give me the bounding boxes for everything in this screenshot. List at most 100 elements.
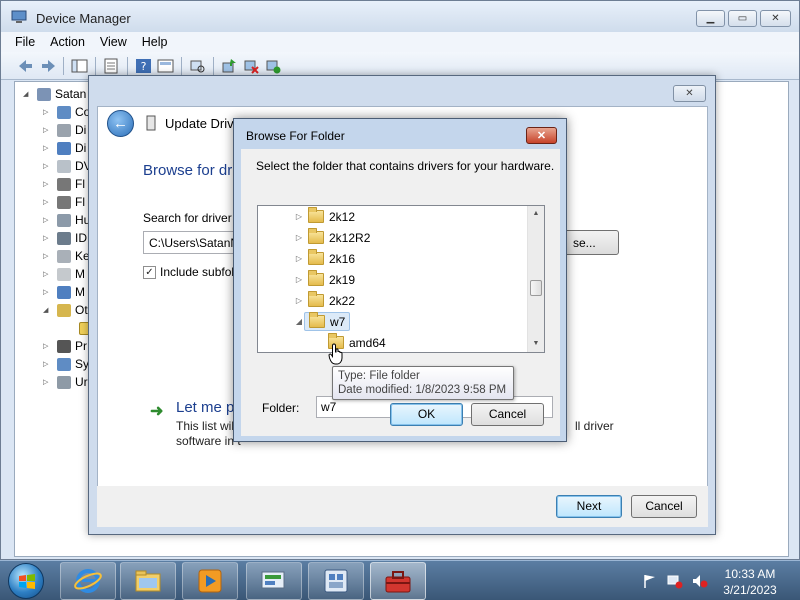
scroll-thumb[interactable] — [530, 280, 542, 296]
disable-device-icon[interactable] — [243, 58, 260, 74]
control-panel-icon — [261, 571, 285, 589]
scroll-down-arrow-icon[interactable]: ▼ — [528, 336, 544, 352]
tree-item[interactable]: ▷ Co — [43, 103, 90, 121]
display-adapter-icon — [57, 141, 71, 155]
tree-item[interactable]: ▷ Sy — [43, 355, 89, 373]
scan-hardware-icon[interactable] — [189, 58, 206, 74]
media-player-icon — [198, 569, 222, 593]
menu-help[interactable]: Help — [142, 35, 168, 49]
dialog-cancel-button[interactable]: Cancel — [471, 403, 544, 426]
help-icon[interactable]: ? — [135, 58, 152, 74]
window-title: Device Manager — [36, 11, 131, 26]
network-disconnected-icon[interactable] — [667, 573, 683, 589]
folder-item-2k19[interactable]: ▷ 2k19 — [294, 269, 355, 290]
minimize-button[interactable]: ▁ — [696, 10, 725, 27]
tree-item[interactable]: ▷ M — [43, 283, 85, 301]
let-me-pick-link[interactable]: Let me pi — [176, 399, 238, 416]
vertical-scrollbar[interactable]: ▲ ▼ — [527, 206, 544, 352]
update-driver-icon[interactable] — [221, 58, 238, 74]
taskbar-app-file-explorer[interactable] — [120, 562, 176, 600]
taskbar-app-media-player[interactable] — [182, 562, 238, 600]
tree-item[interactable]: ◢ Ot — [43, 301, 88, 319]
toolbox-icon — [385, 571, 411, 593]
folder-item-2k16[interactable]: ▷ 2k16 — [294, 248, 355, 269]
expand-arrow-icon[interactable]: ▷ — [294, 254, 304, 263]
processor-icon — [57, 339, 71, 353]
menu-file[interactable]: File — [15, 35, 35, 49]
folder-item-w7[interactable]: ◢ w7 — [294, 311, 351, 332]
dialog-title: Browse For Folder — [246, 129, 345, 143]
include-subfolders-checkbox[interactable]: ✓ — [143, 265, 156, 279]
browse-button[interactable]: se... — [558, 230, 619, 255]
clock-date: 3/21/2023 — [723, 583, 777, 597]
folder-tooltip: Type: File folder Date modified: 1/8/202… — [332, 366, 514, 400]
tree-item[interactable]: ▷ Di — [43, 139, 86, 157]
taskbar-app-internet-explorer[interactable] — [60, 562, 116, 600]
title-bar[interactable]: Device Manager ▁ ▭ ✕ — [1, 1, 799, 32]
show-hidden-icon[interactable] — [157, 58, 174, 74]
clock-time: 10:33 AM — [724, 567, 776, 581]
folder-tree[interactable]: ▷ 2k12 ▷ 2k12R2 ▷ 2k16 ▷ 2k19 ▷ 2k22 ◢ w… — [257, 205, 545, 353]
tree-item[interactable]: ▷ DV — [43, 157, 92, 175]
tree-item[interactable]: ▷ Pr — [43, 337, 87, 355]
system-clock[interactable]: 10:33 AM 3/21/2023 — [716, 566, 784, 598]
taskbar-app-device-manager[interactable] — [308, 562, 364, 600]
scroll-up-arrow-icon[interactable]: ▲ — [528, 206, 544, 222]
dvd-drive-icon — [57, 159, 71, 173]
menu-view[interactable]: View — [100, 35, 127, 49]
back-arrow-icon[interactable] — [17, 58, 34, 74]
dialog-close-button[interactable]: ✕ — [526, 127, 557, 144]
cancel-button[interactable]: Cancel — [631, 495, 697, 518]
expand-arrow-icon[interactable]: ▷ — [294, 233, 304, 242]
taskbar-app-toolbox[interactable] — [370, 562, 426, 600]
tree-item[interactable]: ▷ Ke — [43, 247, 90, 265]
search-location-label: Search for driver so — [143, 211, 248, 225]
start-button[interactable] — [8, 563, 44, 599]
next-button[interactable]: Next — [556, 495, 622, 518]
wizard-heading: Browse for dri — [143, 162, 236, 179]
driver-device-icon — [146, 115, 156, 131]
tree-item[interactable]: ▷ Fl — [43, 193, 85, 211]
system-devices-icon — [57, 357, 71, 371]
volume-muted-icon[interactable] — [692, 573, 708, 589]
include-subfolders-option[interactable]: ✓ Include subfold — [143, 265, 241, 279]
back-button[interactable]: ← — [107, 110, 134, 137]
action-center-flag-icon[interactable] — [642, 573, 658, 589]
maximize-button[interactable]: ▭ — [728, 10, 757, 27]
close-button[interactable]: ✕ — [760, 10, 791, 27]
tree-item[interactable]: ▷ Di — [43, 121, 86, 139]
uninstall-device-icon[interactable] — [265, 58, 282, 74]
tree-item[interactable]: ▷ Ur — [43, 373, 88, 391]
collapse-arrow-icon[interactable]: ◢ — [294, 317, 304, 326]
expand-arrow-icon[interactable]: ▷ — [294, 275, 304, 284]
menu-action[interactable]: Action — [50, 35, 85, 49]
tree-root[interactable]: ◢ Satan — [23, 85, 86, 103]
forward-arrow-icon[interactable] — [40, 58, 57, 74]
ok-button[interactable]: OK — [390, 403, 463, 426]
mouse-icon — [57, 267, 71, 281]
folder-item-2k22[interactable]: ▷ 2k22 — [294, 290, 355, 311]
disk-drive-icon — [57, 123, 71, 137]
tree-item[interactable]: ▷ Hu — [43, 211, 90, 229]
tree-item[interactable]: ▷ Fl — [43, 175, 85, 193]
properties-icon[interactable] — [103, 58, 120, 74]
folder-label: Folder: — [262, 401, 300, 415]
folder-icon — [308, 291, 324, 307]
expand-arrow-icon[interactable]: ▷ — [294, 296, 304, 305]
expand-arrow-icon[interactable]: ▷ — [294, 212, 304, 221]
console-tree-icon[interactable] — [71, 58, 88, 74]
svg-text:?: ? — [141, 60, 147, 73]
folder-item-2k12[interactable]: ▷ 2k12 — [294, 206, 355, 227]
wizard-footer: Next Cancel — [97, 486, 708, 527]
folder-item-amd64[interactable]: amd64 — [314, 332, 386, 352]
usb-icon — [57, 375, 71, 389]
keyboard-icon — [57, 249, 71, 263]
taskbar-app-control-panel[interactable] — [246, 562, 302, 600]
tree-item[interactable]: ▷ M — [43, 265, 85, 283]
floppy-icon — [57, 195, 71, 209]
tree-item[interactable]: ▷ ID — [43, 229, 87, 247]
close-icon: ✕ — [536, 130, 547, 142]
folder-item-2k12r2[interactable]: ▷ 2k12R2 — [294, 227, 370, 248]
windows-logo-icon — [19, 574, 35, 589]
wizard-close-button[interactable]: ✕ — [673, 85, 706, 102]
